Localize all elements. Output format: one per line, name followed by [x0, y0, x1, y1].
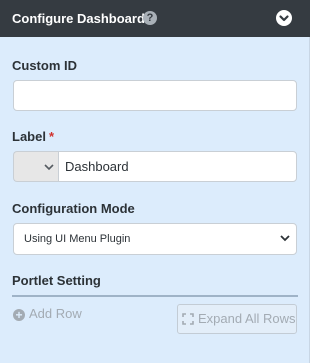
custom-id-input[interactable]	[13, 80, 297, 111]
chevron-circle-down-icon[interactable]	[276, 10, 292, 26]
add-row-button[interactable]: + Add Row	[13, 305, 82, 322]
label-field-label: Label *	[12, 128, 54, 145]
language-select[interactable]	[13, 151, 59, 182]
expand-all-rows-button[interactable]: Expand All Rows	[177, 304, 297, 334]
add-row-label: Add Row	[29, 306, 82, 321]
configuration-mode-label: Configuration Mode	[12, 201, 135, 216]
expand-icon	[182, 313, 194, 325]
configuration-mode-select[interactable]: Using UI Menu Plugin	[13, 223, 297, 255]
question-circle-icon[interactable]: ?	[143, 11, 157, 25]
panel-header: Configure Dashboard ?	[0, 0, 310, 37]
chevron-down-icon	[44, 164, 54, 171]
portlet-setting-title: Portlet Setting	[12, 273, 101, 288]
custom-id-label: Custom ID	[12, 58, 77, 73]
configure-dashboard-panel: Configure Dashboard ? Custom ID Label * D…	[0, 0, 310, 363]
plus-circle-icon: +	[13, 309, 25, 321]
panel-title: Configure Dashboard	[12, 11, 145, 26]
required-marker: *	[48, 129, 55, 144]
section-divider	[12, 295, 298, 297]
configuration-mode-value: Using UI Menu Plugin	[24, 233, 131, 245]
label-input[interactable]: Dashboard	[58, 151, 297, 182]
chevron-down-icon	[280, 235, 290, 242]
label-field-label-text: Label	[12, 129, 46, 144]
expand-all-rows-label: Expand All Rows	[198, 311, 296, 326]
